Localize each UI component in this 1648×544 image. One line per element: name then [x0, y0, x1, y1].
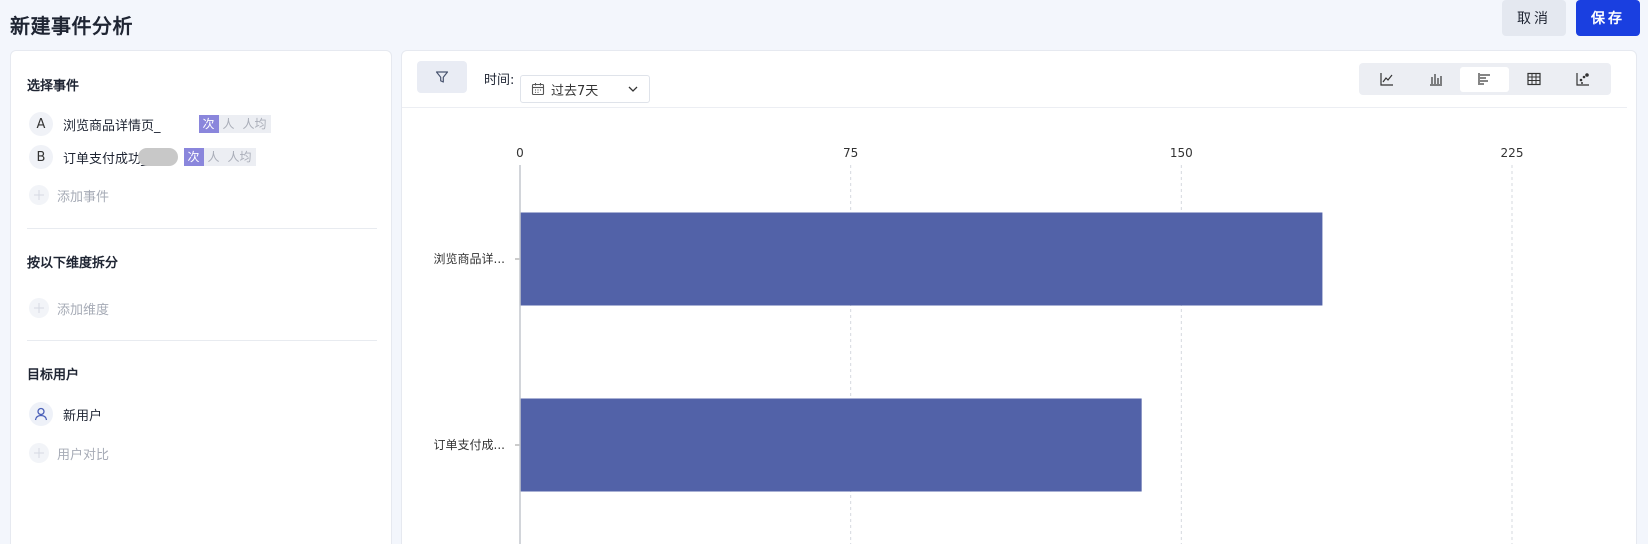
dimension-section-title: 按以下维度拆分 [27, 256, 119, 271]
plus-icon [29, 185, 49, 205]
event-name[interactable]: 订单支付成功_ [63, 148, 148, 167]
event-letter-badge: B [29, 145, 53, 169]
target-section-title: 目标用户 [27, 368, 80, 383]
user-compare-label: 用户对比 [57, 447, 110, 463]
chart-panel: 时间: 过去7天 0 75 150 225 浏览商品详... 订单支付成... [401, 50, 1637, 544]
target-user-label: 新用户 [63, 408, 103, 424]
event-name[interactable]: 浏览商品详情页_ [63, 115, 161, 134]
horizontal-bar-chart: 0 75 150 225 浏览商品详... 订单支付成... [434, 146, 1524, 544]
event-row-a[interactable]: A 浏览商品详情页_ 次 人 人均 [29, 112, 271, 136]
bar [520, 212, 1323, 306]
event-row-b[interactable]: B 订单支付成功_ 次 人 人均 [29, 145, 256, 169]
events-section-title: 选择事件 [27, 79, 80, 94]
metric-per-user-option[interactable]: 人均 [239, 115, 271, 133]
add-user-compare-button[interactable]: 用户对比 [29, 443, 109, 463]
x-tick-label: 150 [1170, 146, 1193, 160]
user-icon [29, 402, 53, 426]
bar [520, 398, 1142, 492]
metric-users-option[interactable]: 人 [219, 115, 239, 133]
x-tick-label: 0 [516, 146, 524, 160]
cancel-button[interactable]: 取消 [1502, 0, 1566, 36]
y-category-label: 浏览商品详... [434, 251, 505, 266]
target-user-row[interactable]: 新用户 [29, 402, 102, 426]
metric-count-option[interactable]: 次 [198, 115, 219, 133]
query-config-panel: 选择事件 A 浏览商品详情页_ 次 人 人均 B 订单支付成功_ 次 人 人均 … [10, 50, 392, 544]
plus-icon [29, 298, 49, 318]
save-button[interactable]: 保存 [1576, 0, 1640, 36]
metric-count-option[interactable]: 次 [183, 148, 204, 166]
event-letter-badge: A [29, 112, 53, 136]
plus-icon [29, 443, 49, 463]
x-tick-label: 75 [843, 146, 858, 160]
add-event-label: 添加事件 [57, 189, 110, 205]
x-tick-label: 225 [1501, 146, 1524, 160]
redacted-text [137, 148, 178, 166]
y-category-label: 订单支付成... [434, 438, 505, 452]
section-divider [27, 340, 377, 341]
add-dimension-button[interactable]: 添加维度 [29, 298, 109, 318]
page-title: 新建事件分析 [10, 14, 133, 38]
add-event-button[interactable]: 添加事件 [29, 185, 109, 205]
metric-users-option[interactable]: 人 [204, 148, 224, 166]
metric-toggle-group: 次 人 人均 [198, 115, 271, 133]
metric-toggle-group: 次 人 人均 [183, 148, 256, 166]
add-dimension-label: 添加维度 [57, 302, 110, 318]
section-divider [27, 228, 377, 229]
metric-per-user-option[interactable]: 人均 [224, 148, 256, 166]
